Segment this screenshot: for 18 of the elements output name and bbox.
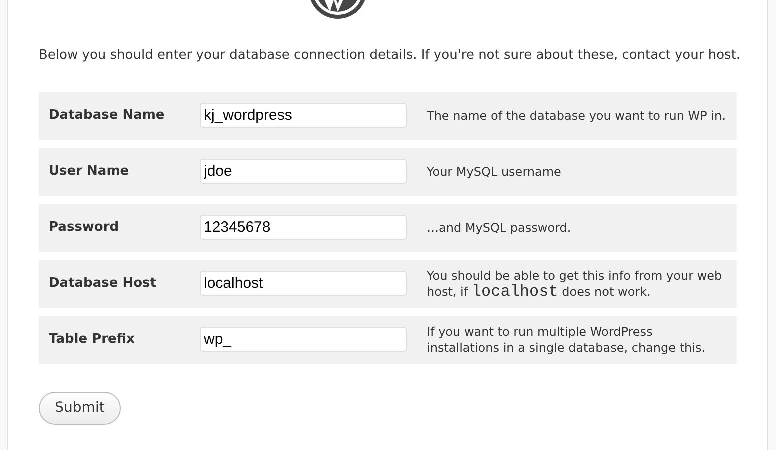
- text-field[interactable]: jdoe: [200, 159, 407, 184]
- submit-button[interactable]: Submit: [39, 392, 121, 424]
- field-label: Database Name: [48, 106, 166, 125]
- field-label: Table Prefix: [48, 330, 136, 349]
- field-help: You should be able to get this info from your web host, if localhost does not work.: [427, 268, 724, 300]
- text-field[interactable]: localhost: [200, 271, 407, 296]
- field-help: If you want to run multiple WordPress installations in a single database, change this.: [427, 324, 707, 356]
- field-label: Database Host: [48, 274, 158, 293]
- field-label: User Name: [48, 162, 130, 181]
- text-field[interactable]: wp_: [200, 327, 407, 352]
- field-label: Password: [48, 218, 120, 237]
- intro-text: Below you should enter your database connection details. If you're not sure about these, contact your host.: [39, 47, 742, 65]
- field-help: …and MySQL password.: [427, 220, 572, 236]
- logo-icon: [308, 0, 368, 20]
- text-field[interactable]: kj_wordpress: [200, 103, 407, 128]
- field-help: Your MySQL username: [427, 164, 562, 180]
- field-help: The name of the database you want to run WP in.: [427, 108, 727, 124]
- text-field[interactable]: 12345678: [200, 215, 407, 240]
